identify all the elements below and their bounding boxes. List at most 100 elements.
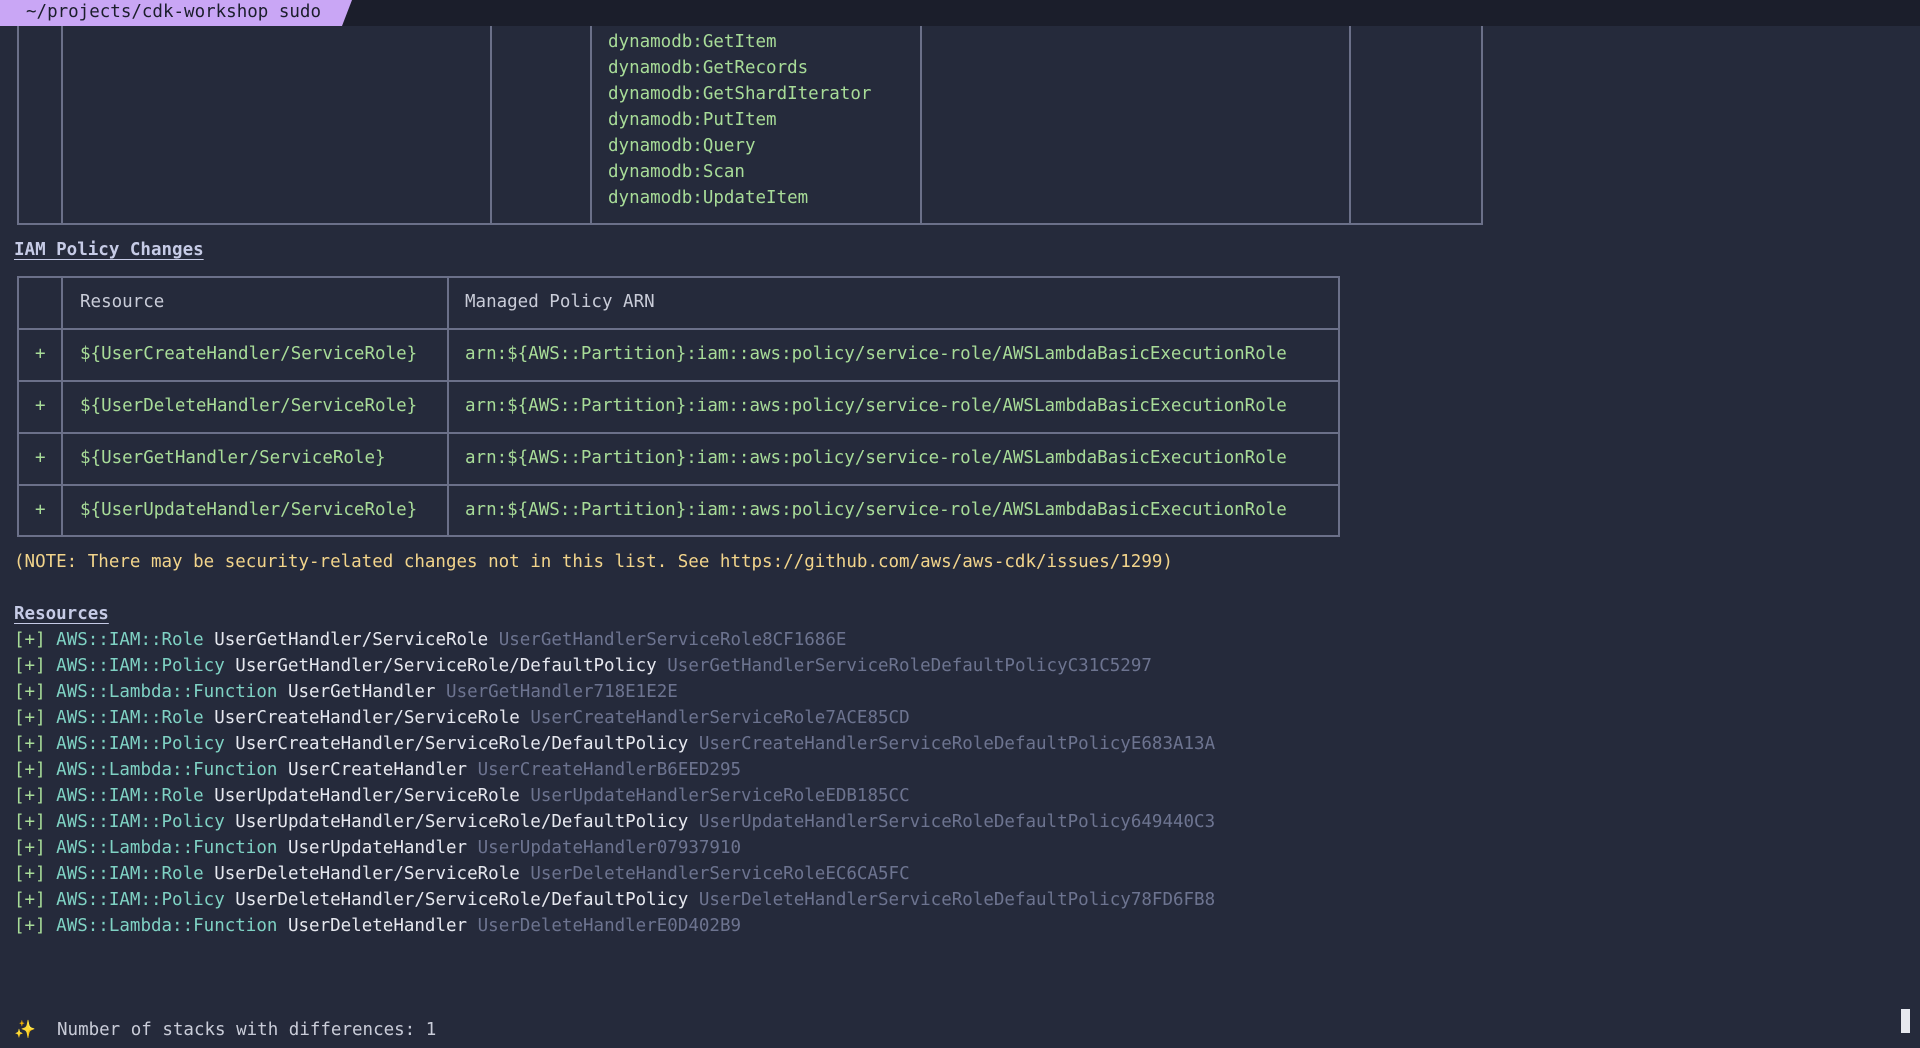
table-border <box>61 276 63 537</box>
resource-added-marker: [+] <box>14 812 46 832</box>
stack-diff-summary: Number of stacks with differences: 1 <box>57 1020 437 1040</box>
resource-path: UserCreateHandler <box>287 760 468 780</box>
resource-path: UserGetHandler/ServiceRole <box>214 630 489 650</box>
resource-line: [+] AWS::IAM::Policy UserCreateHandler/S… <box>14 734 1215 754</box>
resource-path: UserCreateHandler/ServiceRole/DefaultPol… <box>235 734 689 754</box>
resource-line: [+] AWS::Lambda::Function UserCreateHand… <box>14 760 741 780</box>
resource-type: AWS::IAM::Role <box>56 630 204 650</box>
sparkles-icon: ✨ <box>14 1020 36 1040</box>
iam-policy-row-resource: ${UserUpdateHandler/ServiceRole} <box>80 500 418 520</box>
iam-policy-row-sign: + <box>35 448 46 468</box>
table-border <box>17 328 1340 330</box>
resources-heading: Resources <box>14 604 109 624</box>
table-border <box>17 223 1483 225</box>
resource-line: [+] AWS::IAM::Role UserDeleteHandler/Ser… <box>14 864 910 884</box>
terminal-title-bar: ~/projects/cdk-workshop sudo <box>0 0 1920 26</box>
iam-policy-heading: IAM Policy Changes <box>14 240 204 260</box>
resource-path: UserDeleteHandler/ServiceRole <box>214 864 520 884</box>
resource-line: [+] AWS::IAM::Role UserCreateHandler/Ser… <box>14 708 910 728</box>
resource-added-marker: [+] <box>14 630 46 650</box>
resource-logical-id: UserDeleteHandlerServiceRoleDefaultPolic… <box>698 890 1216 910</box>
resource-added-marker: [+] <box>14 682 46 702</box>
statement-action: dynamodb:UpdateItem <box>608 188 809 208</box>
resource-logical-id: UserUpdateHandlerServiceRoleEDB185CC <box>530 786 910 806</box>
resource-line: [+] AWS::Lambda::Function UserDeleteHand… <box>14 916 741 936</box>
resource-logical-id: UserUpdateHandler07937910 <box>477 838 742 858</box>
resource-logical-id: UserCreateHandlerServiceRoleDefaultPolic… <box>698 734 1216 754</box>
resource-type: AWS::Lambda::Function <box>56 760 278 780</box>
table-border <box>17 432 1340 434</box>
resource-added-marker: [+] <box>14 708 46 728</box>
resource-path: UserCreateHandler/ServiceRole <box>214 708 520 728</box>
security-note: (NOTE: There may be security-related cha… <box>14 552 1173 572</box>
column-header-resource: Resource <box>80 292 165 312</box>
resource-type: AWS::Lambda::Function <box>56 916 278 936</box>
resource-type: AWS::IAM::Policy <box>56 734 225 754</box>
resource-logical-id: UserCreateHandlerServiceRole7ACE85CD <box>530 708 910 728</box>
resource-added-marker: [+] <box>14 838 46 858</box>
resource-line: [+] AWS::IAM::Role UserUpdateHandler/Ser… <box>14 786 910 806</box>
resource-line: [+] AWS::IAM::Policy UserUpdateHandler/S… <box>14 812 1215 832</box>
resource-added-marker: [+] <box>14 890 46 910</box>
table-border <box>17 484 1340 486</box>
resource-path: UserUpdateHandler <box>287 838 468 858</box>
resource-path: UserGetHandler/ServiceRole/DefaultPolicy <box>235 656 657 676</box>
resource-line: [+] AWS::Lambda::Function UserGetHandler… <box>14 682 678 702</box>
resource-line: [+] AWS::IAM::Policy UserGetHandler/Serv… <box>14 656 1152 676</box>
resource-line: [+] AWS::Lambda::Function UserUpdateHand… <box>14 838 741 858</box>
resource-logical-id: UserGetHandlerServiceRole8CF1686E <box>498 630 847 650</box>
table-border <box>17 535 1340 537</box>
directory-tab[interactable]: ~/projects/cdk-workshop sudo <box>0 0 352 26</box>
resource-path: UserUpdateHandler/ServiceRole <box>214 786 520 806</box>
iam-policy-row-resource: ${UserCreateHandler/ServiceRole} <box>80 344 418 364</box>
table-border <box>1481 26 1483 225</box>
terminal-cursor <box>1901 1009 1910 1033</box>
iam-policy-row-sign: + <box>35 344 46 364</box>
iam-policy-row-arn: arn:${AWS::Partition}:iam::aws:policy/se… <box>465 448 1287 468</box>
directory-tab-label: ~/projects/cdk-workshop sudo <box>26 2 322 22</box>
resource-type: AWS::IAM::Role <box>56 864 204 884</box>
resource-added-marker: [+] <box>14 760 46 780</box>
column-header-managed-policy-arn: Managed Policy ARN <box>465 292 655 312</box>
statement-action: dynamodb:PutItem <box>608 110 777 130</box>
resource-path: UserDeleteHandler <box>287 916 468 936</box>
resource-path: UserGetHandler <box>287 682 436 702</box>
table-border <box>920 26 922 225</box>
resource-logical-id: UserUpdateHandlerServiceRoleDefaultPolic… <box>698 812 1216 832</box>
iam-policy-row-arn: arn:${AWS::Partition}:iam::aws:policy/se… <box>465 344 1287 364</box>
table-border <box>17 276 19 537</box>
iam-policy-row-sign: + <box>35 396 46 416</box>
resource-line: [+] AWS::IAM::Role UserGetHandler/Servic… <box>14 630 846 650</box>
resource-added-marker: [+] <box>14 656 46 676</box>
table-border <box>490 26 492 225</box>
iam-policy-row-resource: ${UserDeleteHandler/ServiceRole} <box>80 396 418 416</box>
resource-type: AWS::IAM::Role <box>56 708 204 728</box>
resource-type: AWS::IAM::Policy <box>56 890 225 910</box>
resource-added-marker: [+] <box>14 734 46 754</box>
table-border <box>1338 276 1340 537</box>
resource-added-marker: [+] <box>14 916 46 936</box>
resource-logical-id: UserGetHandlerServiceRoleDefaultPolicyC3… <box>667 656 1152 676</box>
statement-action: dynamodb:Scan <box>608 162 745 182</box>
statement-action: dynamodb:GetRecords <box>608 58 809 78</box>
statement-action: dynamodb:GetShardIterator <box>608 84 872 104</box>
iam-policy-row-arn: arn:${AWS::Partition}:iam::aws:policy/se… <box>465 396 1287 416</box>
table-border <box>61 26 63 225</box>
iam-policy-row-arn: arn:${AWS::Partition}:iam::aws:policy/se… <box>465 500 1287 520</box>
resource-type: AWS::IAM::Policy <box>56 812 225 832</box>
resource-line: [+] AWS::IAM::Policy UserDeleteHandler/S… <box>14 890 1215 910</box>
table-border <box>17 380 1340 382</box>
resource-path: UserUpdateHandler/ServiceRole/DefaultPol… <box>235 812 689 832</box>
resource-type: AWS::IAM::Policy <box>56 656 225 676</box>
table-border <box>17 26 19 225</box>
table-border <box>1349 26 1351 225</box>
resource-type: AWS::Lambda::Function <box>56 838 278 858</box>
statement-action: dynamodb:Query <box>608 136 756 156</box>
resource-type: AWS::IAM::Role <box>56 786 204 806</box>
resource-logical-id: UserCreateHandlerB6EED295 <box>477 760 742 780</box>
iam-policy-row-resource: ${UserGetHandler/ServiceRole} <box>80 448 386 468</box>
resource-logical-id: UserDeleteHandlerE0D402B9 <box>477 916 742 936</box>
resource-logical-id: UserDeleteHandlerServiceRoleEC6CA5FC <box>530 864 910 884</box>
resource-added-marker: [+] <box>14 864 46 884</box>
resource-path: UserDeleteHandler/ServiceRole/DefaultPol… <box>235 890 689 910</box>
